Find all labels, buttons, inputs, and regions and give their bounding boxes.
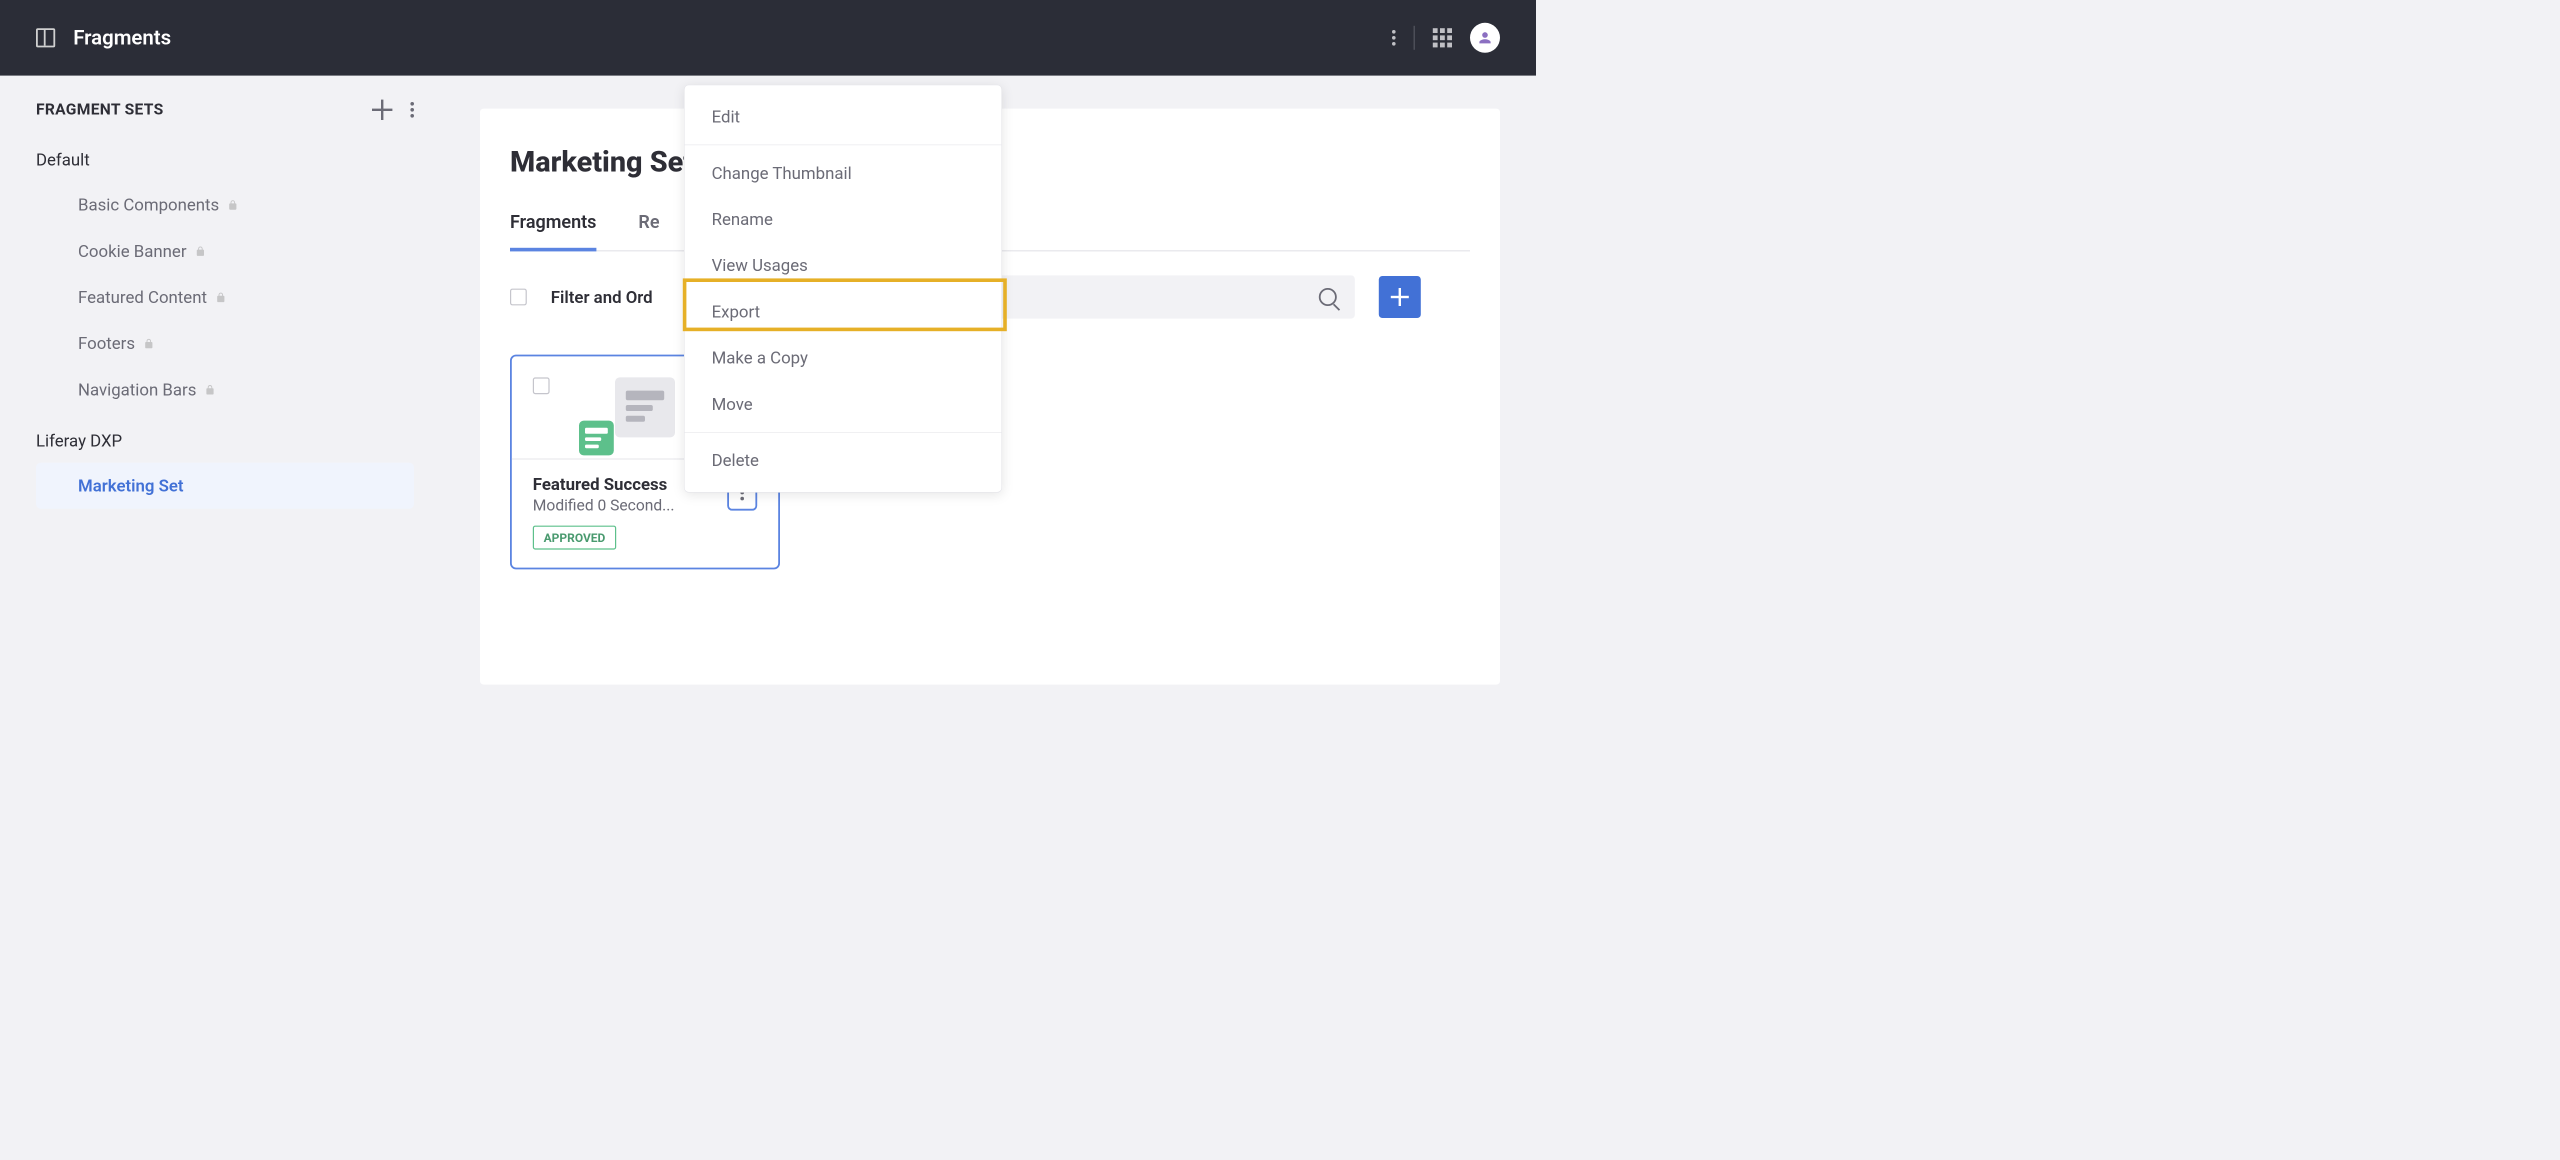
- add-fragment-set-icon[interactable]: [372, 100, 392, 120]
- card-modified-text: Modified 0 Second...: [533, 497, 675, 515]
- top-bar: Fragments: [0, 0, 1536, 76]
- sidebar-item-label: Footers: [78, 334, 135, 354]
- menu-item-edit[interactable]: Edit: [685, 94, 1002, 140]
- sidebar-kebab-icon[interactable]: [410, 102, 414, 118]
- sidebar-item-basic-components[interactable]: Basic Components: [36, 182, 414, 228]
- main-panel: Marketing Set Fragments Re Filter and Or…: [480, 109, 1500, 685]
- topbar-divider: [1414, 26, 1415, 50]
- menu-item-view-usages[interactable]: View Usages: [685, 242, 1002, 288]
- sidebar-title: FRAGMENT SETS: [36, 101, 163, 119]
- search-icon: [1319, 288, 1337, 306]
- lock-icon: [215, 291, 226, 304]
- fragment-type-icon: [579, 421, 614, 456]
- lock-icon: [195, 245, 206, 258]
- user-avatar[interactable]: [1470, 23, 1500, 53]
- page-title: Fragments: [73, 26, 171, 50]
- sidebar-item-featured-content[interactable]: Featured Content: [36, 274, 414, 320]
- menu-item-make-a-copy[interactable]: Make a Copy: [685, 335, 1002, 381]
- add-fragment-button[interactable]: [1379, 276, 1421, 318]
- apps-grid-icon[interactable]: [1433, 28, 1452, 47]
- card-thumbnail-icon: [615, 377, 675, 437]
- menu-item-delete[interactable]: Delete: [685, 437, 1002, 483]
- tab-fragments[interactable]: Fragments: [510, 212, 596, 252]
- topbar-kebab-icon[interactable]: [1392, 30, 1396, 46]
- filter-order-label[interactable]: Filter and Ord: [551, 287, 653, 307]
- sidebar-item-label: Navigation Bars: [78, 380, 196, 400]
- sidebar-item-footers[interactable]: Footers: [36, 320, 414, 366]
- sidebar-header: FRAGMENT SETS: [36, 100, 414, 120]
- card-title: Featured Success: [533, 475, 675, 495]
- plus-icon: [1391, 288, 1409, 306]
- menu-item-export[interactable]: Export: [685, 289, 1002, 335]
- main-layout: FRAGMENT SETS Default Basic Components C…: [0, 76, 1536, 696]
- sidebar-group-label: Liferay DXP: [36, 431, 414, 451]
- topbar-right: [1392, 23, 1500, 53]
- sidebar-item-cookie-banner[interactable]: Cookie Banner: [36, 228, 414, 274]
- sidebar-item-label: Basic Components: [78, 195, 219, 215]
- search-input[interactable]: [971, 275, 1355, 318]
- menu-item-rename[interactable]: Rename: [685, 196, 1002, 242]
- panel-toggle-icon[interactable]: [36, 28, 55, 47]
- menu-separator: [685, 145, 1002, 146]
- sidebar-item-label: Featured Content: [78, 287, 207, 307]
- sidebar-item-label: Cookie Banner: [78, 241, 187, 261]
- sidebar: FRAGMENT SETS Default Basic Components C…: [0, 76, 444, 696]
- topbar-left: Fragments: [36, 26, 171, 50]
- menu-item-change-thumbnail[interactable]: Change Thumbnail: [685, 150, 1002, 196]
- status-badge: APPROVED: [533, 526, 616, 550]
- card-actions-menu: Edit Change Thumbnail Rename View Usages…: [684, 85, 1002, 493]
- person-icon: [1477, 29, 1494, 46]
- card-checkbox[interactable]: [533, 377, 550, 394]
- sidebar-group-label: Default: [36, 150, 414, 170]
- menu-separator: [685, 432, 1002, 433]
- sidebar-item-navigation-bars[interactable]: Navigation Bars: [36, 367, 414, 413]
- sidebar-actions: [372, 100, 414, 120]
- content-area: Marketing Set Fragments Re Filter and Or…: [444, 76, 1536, 696]
- lock-icon: [228, 198, 239, 211]
- lock-icon: [205, 383, 216, 396]
- select-all-checkbox[interactable]: [510, 289, 527, 306]
- sidebar-item-marketing-set[interactable]: Marketing Set: [36, 463, 414, 509]
- tab-resources[interactable]: Re: [638, 212, 659, 252]
- menu-item-move[interactable]: Move: [685, 381, 1002, 427]
- sidebar-item-label: Marketing Set: [78, 476, 184, 496]
- lock-icon: [143, 337, 154, 350]
